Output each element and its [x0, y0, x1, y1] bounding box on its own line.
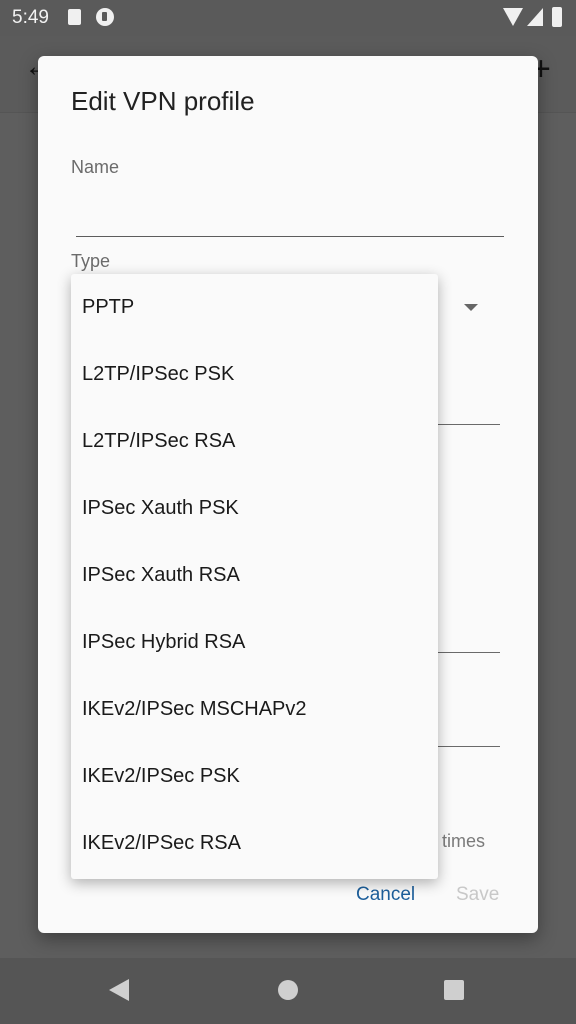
dropdown-option-ikev2-rsa[interactable]: IKEv2/IPSec RSA	[71, 810, 438, 877]
field-underline	[438, 424, 500, 425]
dropdown-option-pptp[interactable]: PPTP	[71, 274, 438, 341]
option-label: PPTP	[82, 296, 135, 318]
dropdown-arrow-icon[interactable]	[464, 304, 478, 311]
option-label: IKEv2/IPSec MSCHAPv2	[82, 698, 307, 720]
cancel-button[interactable]: Cancel	[356, 884, 415, 906]
nav-home-icon[interactable]	[278, 980, 298, 1000]
dropdown-option-ikev2-mschapv2[interactable]: IKEv2/IPSec MSCHAPv2	[71, 676, 438, 743]
battery-icon	[552, 7, 562, 27]
dropdown-option-l2tp-rsa[interactable]: L2TP/IPSec RSA	[71, 408, 438, 475]
wifi-icon	[503, 8, 523, 26]
dropdown-option-l2tp-psk[interactable]: L2TP/IPSec PSK	[71, 341, 438, 408]
dropdown-option-hybrid-rsa[interactable]: IPSec Hybrid RSA	[71, 609, 438, 676]
option-label: IKEv2/IPSec PSK	[82, 765, 240, 787]
option-label: IPSec Xauth RSA	[82, 564, 240, 586]
status-bar: 5:49	[0, 0, 576, 36]
dialog-title: Edit VPN profile	[71, 86, 255, 116]
field-underline	[438, 746, 500, 747]
option-label: L2TP/IPSec RSA	[82, 430, 236, 452]
status-time: 5:49	[12, 7, 49, 28]
option-label: IKEv2/IPSec RSA	[82, 832, 241, 854]
option-label: L2TP/IPSec PSK	[82, 363, 235, 385]
partial-text: times	[442, 831, 486, 851]
dropdown-option-xauth-psk[interactable]: IPSec Xauth PSK	[71, 475, 438, 542]
name-field[interactable]	[76, 206, 504, 237]
field-underline	[438, 652, 500, 653]
option-label: IPSec Hybrid RSA	[82, 631, 246, 653]
nav-back-icon[interactable]	[109, 979, 129, 1001]
cell-signal-icon	[527, 8, 543, 26]
save-button[interactable]: Save	[456, 884, 499, 906]
dropdown-option-ikev2-psk[interactable]: IKEv2/IPSec PSK	[71, 743, 438, 810]
type-dropdown-menu: PPTP L2TP/IPSec PSK L2TP/IPSec RSA IPSec…	[71, 274, 438, 879]
sd-card-icon	[68, 9, 81, 25]
nav-recents-icon[interactable]	[444, 980, 464, 1000]
type-label: Type	[71, 251, 111, 271]
dropdown-option-xauth-rsa[interactable]: IPSec Xauth RSA	[71, 542, 438, 609]
name-label: Name	[71, 157, 120, 177]
option-label: IPSec Xauth PSK	[82, 497, 239, 519]
app-notification-icon	[96, 8, 114, 26]
navigation-bar	[0, 958, 576, 1024]
